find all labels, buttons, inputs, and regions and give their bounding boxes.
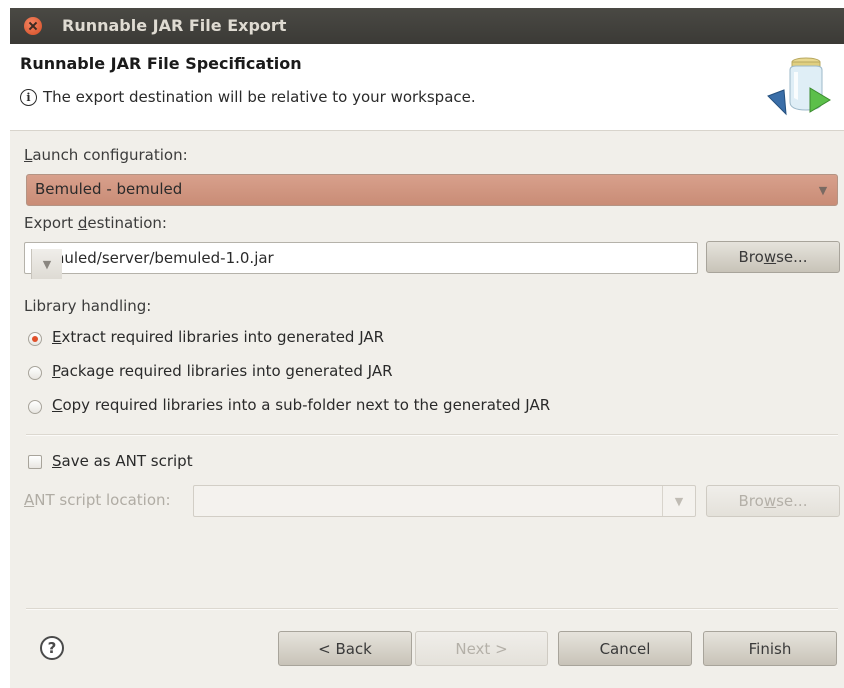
cancel-button[interactable]: Cancel: [558, 631, 692, 666]
export-destination-label: Export destination:: [24, 214, 167, 232]
back-button[interactable]: < Back: [278, 631, 412, 666]
page-title: Runnable JAR File Specification: [20, 54, 302, 73]
window-titlebar: Runnable JAR File Export: [10, 8, 844, 44]
radio-package-label[interactable]: Package required libraries into generate…: [52, 362, 393, 380]
radio-extract-label[interactable]: Extract required libraries into generate…: [52, 328, 384, 346]
radio-copy-libraries[interactable]: [28, 400, 42, 414]
radio-package-libraries[interactable]: [28, 366, 42, 380]
browse-destination-button[interactable]: Bro w se...: [706, 241, 840, 273]
launch-config-label: Launch configuration:: [24, 146, 188, 164]
wizard-content: Launch configuration: Bemuled - bemuled …: [10, 131, 844, 688]
chevron-down-icon[interactable]: ▼: [662, 486, 695, 516]
export-destination-value: bemuled/server/bemuled-1.0.jar: [31, 249, 274, 267]
header-message: i The export destination will be relativ…: [20, 88, 476, 106]
radio-extract-libraries[interactable]: [28, 332, 42, 346]
close-icon[interactable]: [24, 17, 42, 35]
ant-location-label: ANT script location:: [24, 491, 171, 509]
chevron-down-icon[interactable]: ▼: [31, 249, 62, 279]
finish-button[interactable]: Finish: [703, 631, 837, 666]
launch-config-value: Bemuled - bemuled: [35, 180, 183, 198]
save-ant-checkbox[interactable]: [28, 455, 42, 469]
chevron-down-icon[interactable]: ▼: [809, 175, 837, 205]
export-destination-combo[interactable]: bemuled/server/bemuled-1.0.jar ▼: [24, 242, 698, 279]
save-ant-label[interactable]: Save as ANT script: [52, 452, 193, 470]
next-button[interactable]: Next >: [415, 631, 548, 666]
help-icon[interactable]: ?: [40, 636, 64, 660]
radio-copy-label[interactable]: Copy required libraries into a sub-folde…: [52, 396, 550, 414]
header-message-text: The export destination will be relative …: [43, 88, 476, 106]
library-handling-label: Library handling:: [24, 297, 152, 315]
window-title: Runnable JAR File Export: [62, 16, 287, 35]
divider: [26, 434, 838, 436]
ant-location-combo[interactable]: ▼: [193, 485, 696, 517]
browse-ant-button[interactable]: Bro w se...: [706, 485, 840, 517]
divider: [26, 608, 838, 610]
jar-export-icon: [767, 57, 831, 116]
wizard-header: Runnable JAR File Specification i The ex…: [10, 44, 844, 131]
info-icon: i: [20, 88, 37, 106]
launch-config-combo[interactable]: Bemuled - bemuled ▼: [26, 174, 838, 206]
